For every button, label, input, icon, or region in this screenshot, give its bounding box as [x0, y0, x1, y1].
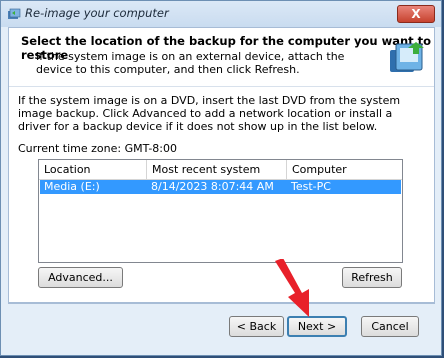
cell-location: Media (E:) — [44, 180, 100, 193]
table-row[interactable]: Media (E:) 8/14/2023 8:07:44 AM Test-PC — [40, 180, 401, 194]
advanced-button[interactable]: Advanced... — [38, 267, 123, 288]
backup-drive-icon — [390, 42, 424, 72]
red-arrow-pointer-icon — [275, 259, 309, 317]
time-zone-label: Current time zone: GMT-8:00 — [18, 142, 178, 155]
back-button[interactable]: < Back — [229, 316, 284, 337]
cell-computer: Test-PC — [291, 180, 331, 193]
backup-location-list[interactable]: Location Most recent system image Comput… — [38, 159, 403, 263]
header-subtitle: If the system image is on an external de… — [36, 50, 345, 76]
cell-image-date: 8/14/2023 8:07:44 AM — [151, 180, 274, 193]
column-computer[interactable]: Computer — [287, 160, 404, 179]
column-location[interactable]: Location — [39, 160, 147, 179]
close-button[interactable]: X — [397, 5, 435, 23]
footer-divider — [8, 303, 435, 304]
backup-icon — [8, 8, 21, 19]
next-button[interactable]: Next > — [287, 316, 347, 337]
refresh-button[interactable]: Refresh — [342, 267, 402, 288]
column-most-recent-image[interactable]: Most recent system image — [147, 160, 287, 195]
dialog-header: Select the location of the backup for th… — [9, 28, 434, 87]
window-title: Re-image your computer — [25, 6, 169, 20]
reimage-window: Re-image your computer X Select the loca… — [0, 0, 442, 356]
description-text: If the system image is on a DVD, insert … — [18, 94, 401, 133]
list-header: Location Most recent system image Comput… — [39, 160, 404, 195]
title-bar: Re-image your computer X — [1, 1, 441, 27]
cancel-button[interactable]: Cancel — [361, 316, 419, 337]
dialog-content: Select the location of the backup for th… — [8, 27, 435, 303]
